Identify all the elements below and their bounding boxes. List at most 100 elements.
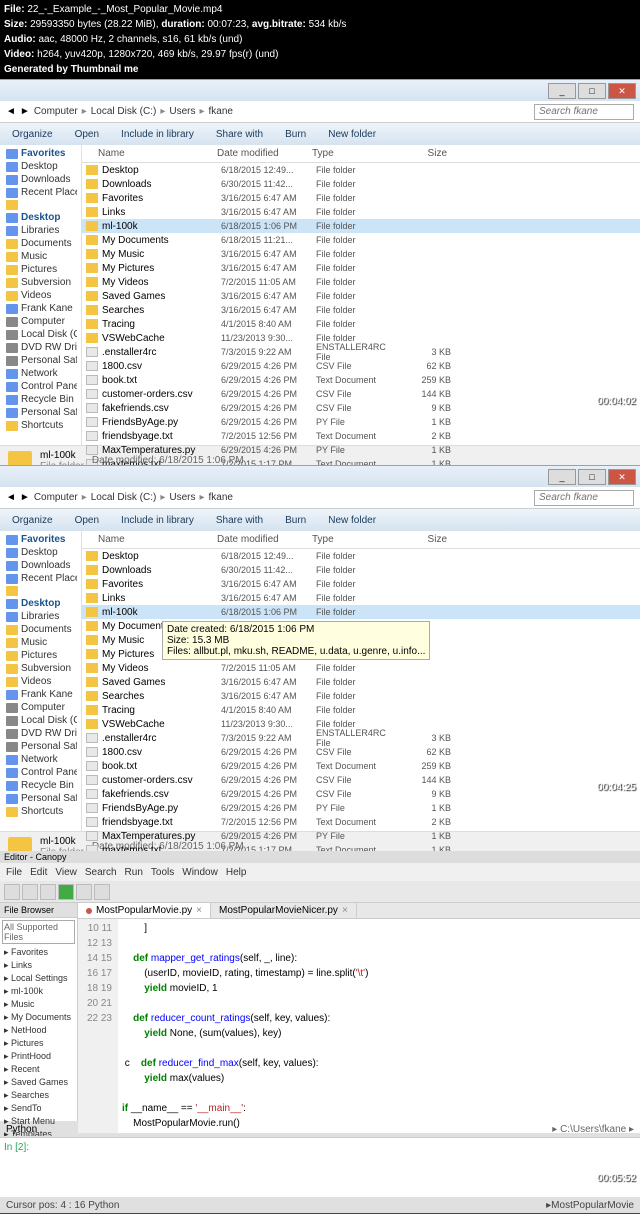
sidebar-item[interactable]: Local Disk (C:) — [4, 714, 77, 727]
share-btn[interactable]: Share with — [210, 127, 269, 142]
console[interactable]: In [2]: — [0, 1137, 640, 1197]
menu-file[interactable]: File — [6, 867, 22, 878]
sidebar-item[interactable]: Personal Safe — [4, 354, 77, 367]
sidebar-item[interactable]: Pictures — [4, 263, 77, 276]
max-btn[interactable]: □ — [578, 83, 606, 99]
run-btn[interactable] — [58, 884, 74, 900]
file-row[interactable]: Searches3/16/2015 6:47 AMFile folder — [82, 303, 640, 317]
file-row[interactable]: Favorites3/16/2015 6:47 AMFile folder — [82, 191, 640, 205]
file-row[interactable]: customer-orders.csv6/29/2015 4:26 PMCSV … — [82, 387, 640, 401]
file-row[interactable]: Tracing4/1/2015 8:40 AMFile folder — [82, 317, 640, 331]
sidebar-item[interactable]: Network — [4, 753, 77, 766]
newfolder-btn[interactable]: New folder — [322, 127, 382, 142]
sidebar-item[interactable]: Libraries — [4, 610, 77, 623]
fb-item[interactable]: ▸ Searches — [0, 1089, 77, 1102]
file-row[interactable]: .enstaller4rc7/3/2015 9:22 AMENSTALLER4R… — [82, 731, 640, 745]
fb-item[interactable]: ▸ ml-100k — [0, 985, 77, 998]
code-editor[interactable]: 10 11 12 13 14 15 16 17 18 19 20 21 22 2… — [78, 919, 640, 1133]
file-row[interactable]: customer-orders.csv6/29/2015 4:26 PMCSV … — [82, 773, 640, 787]
sidebar-item[interactable]: Downloads — [4, 173, 77, 186]
sidebar-item[interactable]: Pictures — [4, 649, 77, 662]
file-row[interactable]: Tracing4/1/2015 8:40 AMFile folder — [82, 703, 640, 717]
file-row[interactable]: Saved Games3/16/2015 6:47 AMFile folder — [82, 289, 640, 303]
titlebar[interactable]: _□✕ — [0, 79, 640, 101]
titlebar[interactable]: _□✕ — [0, 465, 640, 487]
include-btn[interactable]: Include in library — [115, 127, 200, 142]
fb-item[interactable]: ▸ NetHood — [0, 1024, 77, 1037]
fb-item[interactable]: ▸ Links — [0, 959, 77, 972]
sidebar-item[interactable]: Recycle Bin — [4, 393, 77, 406]
sidebar-item[interactable]: Shortcuts — [4, 419, 77, 432]
fb-item[interactable]: ▸ Music — [0, 998, 77, 1011]
burn-btn[interactable]: Burn — [279, 127, 312, 142]
menu-view[interactable]: View — [55, 867, 77, 878]
sidebar-item[interactable]: DVD RW Drive (D:) — [4, 727, 77, 740]
menu-run[interactable]: Run — [125, 867, 143, 878]
file-row[interactable]: Searches3/16/2015 6:47 AMFile folder — [82, 689, 640, 703]
file-row[interactable]: My Videos7/2/2015 11:05 AMFile folder — [82, 275, 640, 289]
sidebar-item[interactable]: Recycle Bin — [4, 779, 77, 792]
open-btn[interactable]: Open — [69, 513, 105, 528]
sidebar-item[interactable]: Local Disk (C:) — [4, 328, 77, 341]
editor-toolbar[interactable] — [0, 881, 640, 903]
menu-search[interactable]: Search — [85, 867, 117, 878]
sidebar-item[interactable]: Documents — [4, 237, 77, 250]
share-btn[interactable]: Share with — [210, 513, 269, 528]
min-btn[interactable]: _ — [548, 83, 576, 99]
file-row[interactable]: fakefriends.csv6/29/2015 4:26 PMCSV File… — [82, 787, 640, 801]
close-btn[interactable]: ✕ — [608, 469, 636, 485]
file-row[interactable]: book.txt6/29/2015 4:26 PMText Document25… — [82, 759, 640, 773]
sidebar-item[interactable]: Desktop — [4, 160, 77, 173]
sidebar-item[interactable]: Downloads — [4, 559, 77, 572]
menubar[interactable]: FileEditViewSearchRunToolsWindowHelp — [0, 863, 640, 881]
sidebar-item[interactable]: Videos — [4, 289, 77, 302]
sidebar-item[interactable]: Computer — [4, 315, 77, 328]
menu-edit[interactable]: Edit — [30, 867, 47, 878]
fb-item[interactable]: ▸ Pictures — [0, 1037, 77, 1050]
file-row[interactable]: Links3/16/2015 6:47 AMFile folder — [82, 205, 640, 219]
file-row[interactable]: Downloads6/30/2015 11:42...File folder — [82, 177, 640, 191]
sidebar-item[interactable]: Recent Places — [4, 572, 77, 585]
file-row[interactable]: FriendsByAge.py6/29/2015 4:26 PMPY File1… — [82, 415, 640, 429]
tool-btn[interactable] — [94, 884, 110, 900]
back-icon[interactable]: ◄ — [6, 492, 16, 503]
file-row[interactable]: My Documents6/18/2015 11:21...File folde… — [82, 233, 640, 247]
menu-window[interactable]: Window — [182, 867, 218, 878]
sidebar-item[interactable]: Music — [4, 250, 77, 263]
sidebar-item[interactable]: DVD RW Drive (D:) — [4, 341, 77, 354]
fb-item[interactable]: ▸ Favorites — [0, 946, 77, 959]
column-headers[interactable]: NameDate modifiedTypeSize — [82, 145, 640, 163]
file-row[interactable]: ml-100k6/18/2015 1:06 PMFile folder — [82, 605, 640, 619]
sidebar-item[interactable]: Subversion — [4, 276, 77, 289]
file-row[interactable]: My Pictures3/16/2015 6:47 AMFile folder — [82, 261, 640, 275]
sidebar-item[interactable]: Music — [4, 636, 77, 649]
sidebar-item[interactable]: Desktop — [4, 546, 77, 559]
menu-help[interactable]: Help — [226, 867, 247, 878]
sidebar-item[interactable]: Personal Safe — [4, 740, 77, 753]
file-row[interactable]: Saved Games3/16/2015 6:47 AMFile folder — [82, 675, 640, 689]
close-icon[interactable]: × — [196, 905, 202, 916]
fb-item[interactable]: ▸ My Documents — [0, 1011, 77, 1024]
sidebar-item[interactable] — [4, 199, 77, 211]
sidebar-item[interactable]: Network — [4, 367, 77, 380]
file-row[interactable]: My Videos7/2/2015 11:05 AMFile folder — [82, 661, 640, 675]
tab-nicer[interactable]: MostPopularMovieNicer.py× — [211, 903, 357, 918]
fb-item[interactable]: ▸ Saved Games — [0, 1076, 77, 1089]
fb-item[interactable]: ▸ Recent — [0, 1063, 77, 1076]
file-row[interactable]: My Music3/16/2015 6:47 AMFile folder — [82, 247, 640, 261]
file-row[interactable]: friendsbyage.txt7/2/2015 12:56 PMText Do… — [82, 815, 640, 829]
file-row[interactable]: 1800.csv6/29/2015 4:26 PMCSV File62 KB — [82, 745, 640, 759]
fb-item[interactable]: ▸ PrintHood — [0, 1050, 77, 1063]
organize-btn[interactable]: Organize — [6, 127, 59, 142]
file-row[interactable]: Downloads6/30/2015 11:42...File folder — [82, 563, 640, 577]
filter-select[interactable]: All Supported Files — [2, 920, 75, 944]
sidebar-item[interactable]: Frank Kane — [4, 688, 77, 701]
sidebar-item[interactable]: Subversion — [4, 662, 77, 675]
sidebar-item[interactable]: Documents — [4, 623, 77, 636]
close-icon[interactable]: × — [342, 905, 348, 916]
breadcrumb[interactable]: ◄► Computer▸ Local Disk (C:)▸ Users▸ fka… — [0, 487, 640, 509]
sidebar-item[interactable]: Favorites — [4, 533, 77, 546]
fwd-icon[interactable]: ► — [20, 492, 30, 503]
file-row[interactable]: book.txt6/29/2015 4:26 PMText Document25… — [82, 373, 640, 387]
min-btn[interactable]: _ — [548, 469, 576, 485]
